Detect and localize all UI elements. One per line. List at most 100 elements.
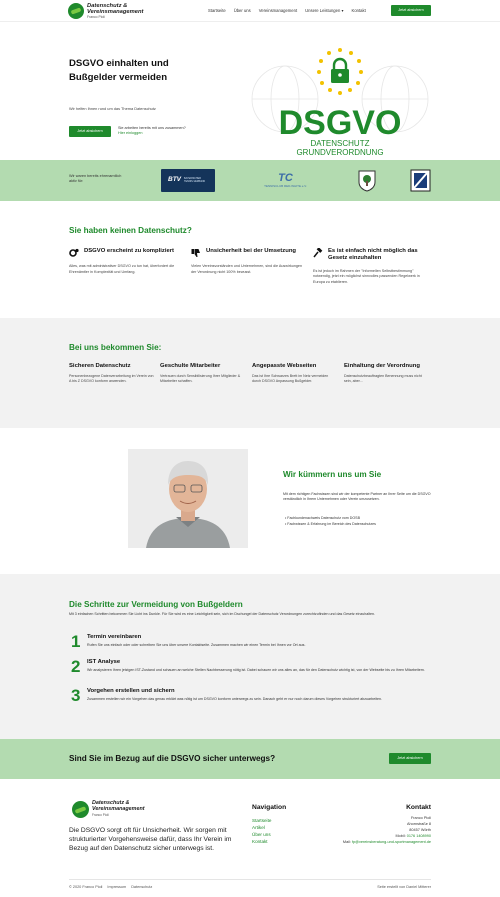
badge-title: DSGVO <box>279 104 402 142</box>
about-list: Fachkundenachweis Datenschutz vom DOSB F… <box>285 516 376 528</box>
step-item: 3 Vorgehen erstellen und sichern Zusamme… <box>71 687 433 717</box>
portrait-photo <box>128 449 248 548</box>
club-shield-icon <box>410 169 431 192</box>
step-number: 2 <box>71 657 81 676</box>
step-title: IST Analyse <box>87 659 121 665</box>
hero-login-link[interactable]: Hier einloggen <box>118 131 143 135</box>
footer-contact: Franco Pioli Ahornstraße 8 80457 Wörth M… <box>343 815 431 845</box>
step-text: Rufen Sie uns einfach oder oder schreibe… <box>87 643 306 647</box>
site-header: Datenschutz & Vereinsmanagement Franco P… <box>0 0 500 22</box>
benefits-section: Bei uns bekommen Sie: Sicheren Datenschu… <box>0 318 500 428</box>
footer-nav-title: Navigation <box>252 804 287 811</box>
contact-mobile-link[interactable]: 0176 1408990 <box>407 834 431 838</box>
benefit-text: Datenschutzbeauftragten Benennung muss n… <box>344 373 422 384</box>
footer-nav-ueber-uns[interactable]: Über uns <box>252 832 271 839</box>
cta-band-button[interactable]: Jetzt absichern <box>389 753 431 764</box>
steps-intro: Mit 3 einfachen Schritten bekommen Sie L… <box>69 612 376 616</box>
logo-mark-icon <box>72 801 89 818</box>
gears-icon <box>69 248 79 257</box>
hero-note-text: Sie arbeiten bereits mit uns zusammen? <box>118 126 186 130</box>
client-logo-btv-text: BTV <box>168 176 181 184</box>
benefit-text: Personenbezogene Datenverarbeitung im Ve… <box>69 373 154 384</box>
main-nav: Startseite Über uns Vereinsmanagement Un… <box>208 8 366 14</box>
step-title: Termin vereinbaren <box>87 634 142 640</box>
hero-title: DSGVO einhalten und Bußgelder vermeiden <box>69 58 169 83</box>
clients-label: Wir waren bereits ehrenamtlich aktiv für… <box>69 174 122 184</box>
footer-contact-title: Kontakt <box>406 804 431 811</box>
dsgvo-badge: DSGVO DATENSCHUTZ GRUNDVERORDNUNG <box>251 48 429 157</box>
hero-login-note: Sie arbeiten bereits mit uns zusammen? H… <box>118 126 186 136</box>
benefit-title: Einhaltung der Verordnung <box>344 363 420 369</box>
benefits-title: Bei uns bekommen Sie: <box>69 343 162 352</box>
benefit-title: Geschulte Mitarbeiter <box>160 363 221 369</box>
contact-mail-row: Mail: fp@vereinsberatung-und-sportmanage… <box>343 839 431 845</box>
step-text: Zusammen erstellen wir ein Vorgehen das … <box>87 697 383 701</box>
copyright: © 2020 Franco Pioli <box>69 885 103 889</box>
client-logo-tc-text: TC <box>278 171 293 184</box>
problems-section: Sie haben keinen Datenschutz? DSGVO ersc… <box>0 201 500 318</box>
footer-logo[interactable]: Datenschutz & Vereinsmanagement Franco P… <box>72 800 145 818</box>
problem-title: Unsicherheit bei der Umsetzung <box>206 248 297 254</box>
step-number: 3 <box>71 686 81 705</box>
footer-logo-sub: Franco Pioli <box>92 813 109 818</box>
list-item: Fachwissen & Erfahrung im Bereich des Da… <box>285 522 376 528</box>
hero-section: DSGVO einhalten und Bußgelder vermeiden … <box>0 22 500 160</box>
site-footer: Datenschutz & Vereinsmanagement Franco P… <box>0 779 500 897</box>
about-text: Mit dem richtigen Fachwissen sind wir de… <box>283 492 431 502</box>
lock-icon <box>331 57 349 83</box>
benefit-text: Vertrauen durch Sensibilisierung Ihrer M… <box>160 373 241 384</box>
client-logo-tc: TC TENNISCLUB RED-WHITE e.V. <box>248 169 323 192</box>
step-item: 2 IST Analyse Wir analysieren Ihren jetz… <box>71 658 433 688</box>
thumbs-down-icon <box>191 249 200 257</box>
about-section: Wir kümmern uns um Sie Mit dem richtigen… <box>0 428 500 574</box>
problem-text: Es ist jedoch im Rahmen der "Informellen… <box>313 268 420 284</box>
footer-claim: Die DSGVO sorgt oft für Unsicherheit. Wi… <box>69 827 232 853</box>
header-cta-button[interactable]: Jetzt absichern <box>391 5 431 16</box>
nav-leistungen[interactable]: Unsere Leistungen ▾ <box>305 8 343 14</box>
footer-divider <box>69 879 431 880</box>
benefit-card: Einhaltung der Verordnung Datenschutzbea… <box>344 363 429 384</box>
nav-vereinsmanagement[interactable]: Vereinsmanagement <box>259 8 297 14</box>
problem-title: Es ist einfach nicht möglich das Gesetz … <box>328 248 418 262</box>
benefit-card: Angepasste Webseiten Das ist Ihre Schwar… <box>252 363 337 384</box>
cta-band-title: Sind Sie im Bezug auf die DSGVO sicher u… <box>69 754 276 763</box>
step-text: Wir analysieren Ihren jetzigen IST-Zusta… <box>87 668 425 672</box>
footer-nav-kontakt[interactable]: Kontakt <box>252 839 271 846</box>
nav-ueber-uns[interactable]: Über uns <box>234 8 251 14</box>
logo-mark-icon <box>68 3 84 20</box>
problem-text: Vielen Vereinsvorständen und Unternehmen… <box>191 264 303 274</box>
badge-line2: GRUNDVERORDNUNG <box>296 148 383 157</box>
steps-section: Die Schritte zur Vermeidung von Bußgelde… <box>0 574 500 739</box>
site-logo[interactable]: Datenschutz & Vereinsmanagement Franco P… <box>68 3 144 20</box>
hero-subtitle: Wir helfen Ihnen rund um das Thema Daten… <box>69 106 156 111</box>
client-logo-btv-sub: BAYERISCHER TENNIS-VERBAND <box>184 176 206 183</box>
footer-credit: Seite erstellt von Daniel Mitterer <box>377 885 431 889</box>
problem-card: DSGVO erscheint zu kompliziert Alles, wa… <box>69 248 184 275</box>
problem-card: Es ist einfach nicht möglich das Gesetz … <box>313 248 428 285</box>
problem-title: DSGVO erscheint zu kompliziert <box>84 248 175 254</box>
about-title: Wir kümmern uns um Sie <box>283 470 382 479</box>
badge-line1: DATENSCHUTZ <box>311 139 370 148</box>
cta-band: Sind Sie im Bezug auf die DSGVO sicher u… <box>0 739 500 779</box>
contact-mail-label: Mail: <box>342 840 352 845</box>
impressum-link[interactable]: Impressum <box>107 885 126 890</box>
datenschutz-link[interactable]: Datenschutz <box>131 885 152 890</box>
footer-nav-artikel[interactable]: Artikel <box>252 825 271 832</box>
logo-sub: Franco Pioli <box>87 15 105 20</box>
footer-legal: © 2020 Franco Pioli Impressum Datenschut… <box>69 885 152 890</box>
contact-mail-link[interactable]: fp@vereinsberatung-und-sportmanagement.d… <box>352 840 431 844</box>
nav-kontakt[interactable]: Kontakt <box>352 8 366 14</box>
club-crest-icon <box>358 170 376 192</box>
benefit-card: Geschulte Mitarbeiter Vertrauen durch Se… <box>160 363 245 384</box>
problems-title: Sie haben keinen Datenschutz? <box>69 226 192 235</box>
nav-startseite[interactable]: Startseite <box>208 8 226 14</box>
step-title: Vorgehen erstellen und sichern <box>87 688 175 694</box>
hero-cta-button[interactable]: Jetzt absichern <box>69 126 111 137</box>
footer-nav-startseite[interactable]: Startseite <box>252 818 271 825</box>
benefit-title: Sicheren Datenschutz <box>69 363 131 369</box>
problem-card: Unsicherheit bei der Umsetzung Vielen Ve… <box>191 248 306 275</box>
client-logo-tc-sub: TENNISCLUB RED-WHITE e.V. <box>264 183 307 188</box>
benefit-title: Angepasste Webseiten <box>252 363 317 369</box>
step-number: 1 <box>71 632 81 651</box>
benefit-card: Sicheren Datenschutz Personenbezogene Da… <box>69 363 154 384</box>
